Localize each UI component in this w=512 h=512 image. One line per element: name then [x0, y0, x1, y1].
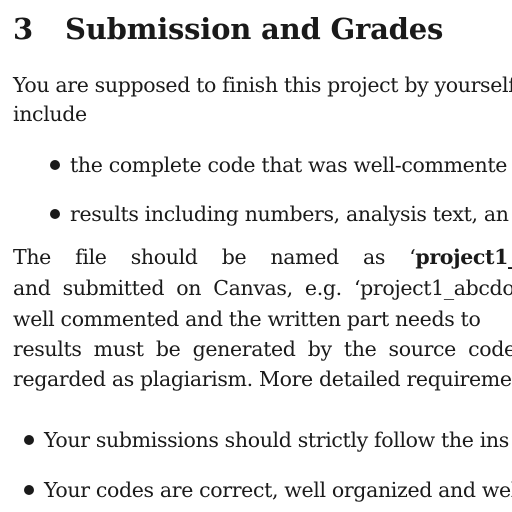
section-title: Submission and Grades [65, 12, 444, 46]
file-name-pattern: project1_unik [415, 245, 512, 269]
section-heading: 3 Submission and Grades [13, 12, 443, 46]
naming-line-1-prefix: The file should be named as ‘ [13, 245, 416, 269]
include-item-text: results including numbers, analysis text… [70, 202, 509, 226]
intro-line-1: You are supposed to finish this project … [13, 73, 512, 97]
requirement-item-instructions: Your submissions should strictly follow … [24, 430, 509, 451]
include-item-code: the complete code that was well-commente [50, 155, 507, 176]
requirement-item-text: Your codes are correct, well organized a… [44, 478, 512, 502]
naming-line-5: regarded as plagiarism. More detailed re… [13, 367, 512, 391]
bullet-icon [24, 434, 34, 445]
bullet-icon [50, 159, 60, 170]
section-number: 3 [13, 12, 33, 46]
bullet-icon [24, 484, 34, 495]
include-item-results: results including numbers, analysis text… [50, 204, 509, 225]
document-page: 3 Submission and Grades You are supposed … [0, 0, 512, 512]
naming-line-3: well commented and the written part need… [13, 307, 481, 331]
requirement-item-text: Your submissions should strictly follow … [44, 428, 509, 452]
naming-line-2: and submitted on Canvas, e.g. ‘project1_… [13, 276, 512, 300]
include-item-text: the complete code that was well-commente [70, 153, 507, 177]
intro-line-2: include [13, 102, 87, 126]
naming-line-1: The file should be named as ‘project1_un… [13, 247, 512, 268]
naming-line-4: results must be generated by the source … [13, 337, 512, 361]
bullet-icon [50, 208, 60, 219]
requirement-item-codes: Your codes are correct, well organized a… [24, 480, 512, 501]
